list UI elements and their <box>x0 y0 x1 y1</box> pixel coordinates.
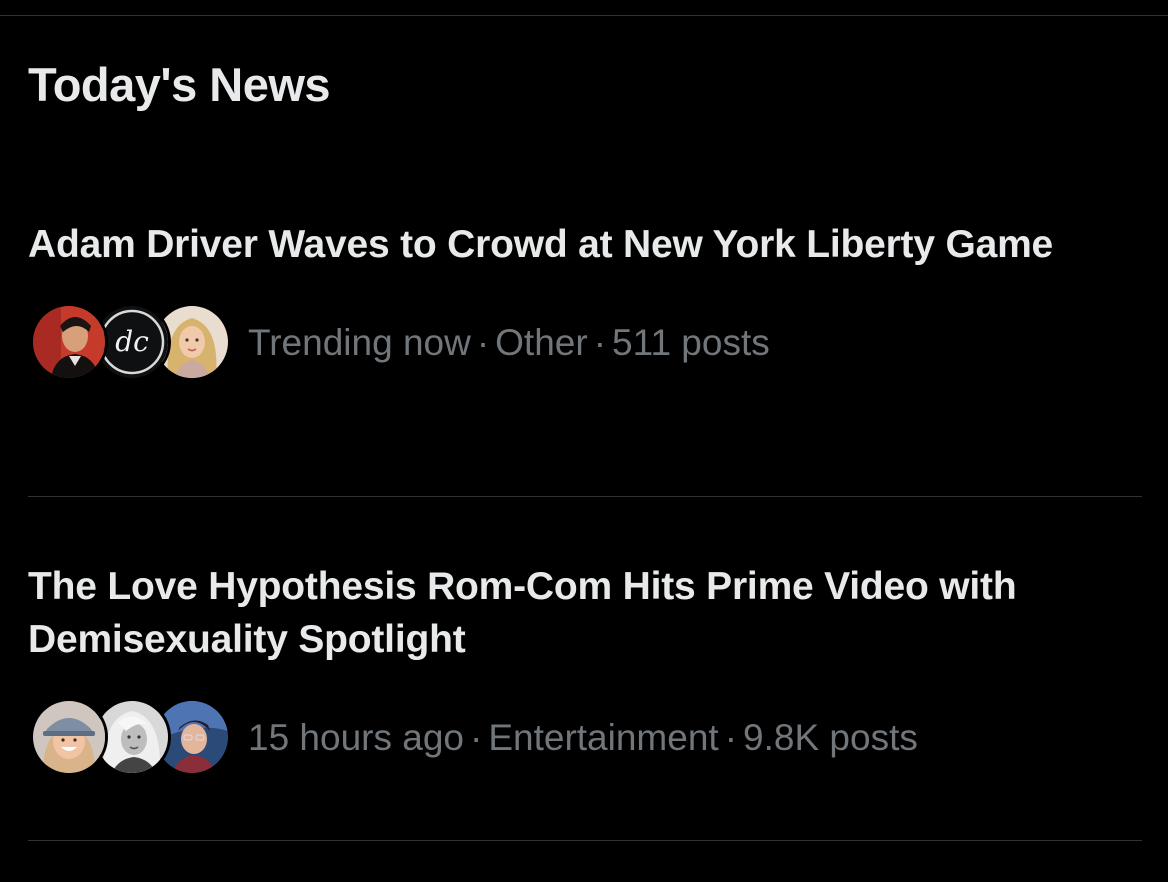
meta-separator: · <box>476 322 490 363</box>
item-divider <box>28 496 1142 497</box>
avatar-stack <box>28 696 231 780</box>
meta-separator: · <box>470 717 483 758</box>
news-time: Trending now <box>248 322 471 363</box>
news-category: Entertainment <box>488 717 719 758</box>
avatar-woman-cap <box>30 698 108 776</box>
news-category: Other <box>495 322 588 363</box>
news-item-adam-driver[interactable]: Adam Driver Waves to Crowd at New York L… <box>28 218 1138 385</box>
news-meta: 15 hours ago · Entertainment · 9.8K posts <box>248 716 918 760</box>
news-time: 15 hours ago <box>248 717 465 758</box>
meta-separator: · <box>593 322 607 363</box>
svg-text:dc: dc <box>115 325 149 358</box>
news-headline[interactable]: Adam Driver Waves to Crowd at New York L… <box>28 218 1068 271</box>
news-meta: Trending now · Other · 511 posts <box>248 321 770 365</box>
news-headline[interactable]: The Love Hypothesis Rom-Com Hits Prime V… <box>28 560 1068 666</box>
section-title: Today's News <box>28 58 331 111</box>
top-divider <box>0 15 1168 16</box>
news-post-count: 9.8K posts <box>743 717 918 758</box>
meta-separator: · <box>724 717 738 758</box>
news-meta-row: 15 hours ago · Entertainment · 9.8K posts <box>28 696 1138 780</box>
item-divider <box>28 840 1142 841</box>
avatar-man-red-background <box>30 303 108 381</box>
news-meta-row: dc Trending now · Other · 511 posts <box>28 301 1138 385</box>
news-post-count: 511 posts <box>612 322 770 363</box>
avatar-stack: dc <box>28 301 231 385</box>
news-item-love-hypothesis[interactable]: The Love Hypothesis Rom-Com Hits Prime V… <box>28 560 1138 780</box>
